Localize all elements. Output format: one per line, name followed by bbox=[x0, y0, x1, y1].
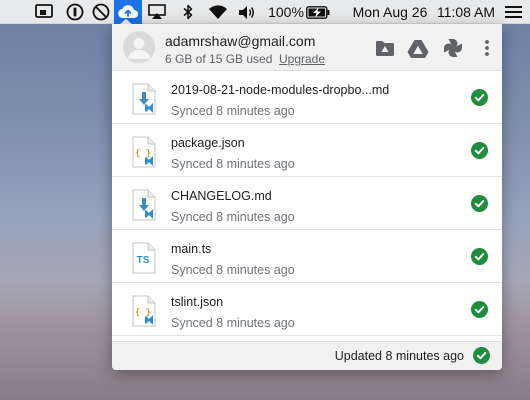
synced-check-icon bbox=[471, 142, 488, 159]
storage-quota: 6 GB of 15 GB used bbox=[165, 52, 273, 66]
menubar-date[interactable]: Mon Aug 26 bbox=[346, 0, 434, 24]
synced-check-icon bbox=[473, 347, 490, 364]
json-file-icon: { } bbox=[132, 136, 156, 168]
synced-check-icon bbox=[471, 301, 488, 318]
synced-check-icon bbox=[471, 248, 488, 265]
sync-status: Synced 8 minutes ago bbox=[171, 157, 295, 171]
avatar[interactable] bbox=[123, 31, 155, 63]
backup-sync-popup: adamrshaw@gmail.com 6 GB of 15 GB used U… bbox=[112, 24, 502, 370]
typescript-file-icon: TS bbox=[132, 242, 156, 274]
upgrade-link[interactable]: Upgrade bbox=[279, 52, 325, 66]
sync-status: Synced 8 minutes ago bbox=[171, 263, 295, 277]
1password-icon[interactable] bbox=[64, 0, 86, 24]
google-drive-icon[interactable] bbox=[407, 37, 429, 59]
json-file-icon: { } bbox=[132, 295, 156, 327]
person-icon bbox=[128, 38, 150, 59]
wifi-icon[interactable] bbox=[206, 0, 230, 24]
account-email: adamrshaw@gmail.com bbox=[165, 33, 316, 49]
bluetooth-icon[interactable] bbox=[180, 0, 196, 24]
airplay-icon[interactable] bbox=[146, 0, 168, 24]
file-name: tslint.json bbox=[171, 295, 224, 309]
open-folder-icon[interactable] bbox=[374, 37, 396, 59]
file-name: CHANGELOG.md bbox=[171, 189, 272, 203]
file-row[interactable]: TS main.ts Synced 8 minutes ago bbox=[112, 230, 502, 283]
file-name: package.json bbox=[171, 136, 245, 150]
sync-status: Synced 8 minutes ago bbox=[171, 104, 295, 118]
ts-label: TS bbox=[137, 255, 150, 266]
battery-charging-icon[interactable] bbox=[305, 0, 331, 24]
airplay-monitor-icon[interactable] bbox=[33, 0, 55, 24]
synced-check-icon bbox=[471, 89, 488, 106]
file-row[interactable]: { } package.json Synced 8 minutes ago bbox=[112, 124, 502, 177]
markdown-file-icon bbox=[132, 83, 156, 115]
svg-text:{ }: { } bbox=[135, 308, 151, 318]
file-name: 2019-08-21-node-modules-dropbo...md bbox=[171, 83, 390, 97]
sync-status: Synced 8 minutes ago bbox=[171, 316, 295, 330]
menubar-time[interactable]: 11:08 AM bbox=[437, 0, 495, 24]
synced-check-icon bbox=[471, 195, 488, 212]
markdown-file-icon bbox=[132, 189, 156, 221]
sync-status: Synced 8 minutes ago bbox=[171, 210, 295, 224]
sync-status-footer: Updated 8 minutes ago bbox=[112, 341, 502, 370]
battery-percent: 100% bbox=[268, 4, 304, 20]
svg-text:{ }: { } bbox=[135, 149, 151, 159]
volume-icon[interactable] bbox=[236, 0, 258, 24]
more-options-icon[interactable] bbox=[476, 37, 498, 59]
hamburger-menu-icon[interactable] bbox=[498, 0, 528, 24]
google-photos-icon[interactable] bbox=[442, 37, 464, 59]
file-row[interactable]: CHANGELOG.md Synced 8 minutes ago bbox=[112, 177, 502, 230]
menu-bar: 100% Mon Aug 26 11:08 AM bbox=[0, 0, 530, 24]
file-row[interactable]: { } tslint.json Synced 8 minutes ago bbox=[112, 283, 502, 336]
file-name: main.ts bbox=[171, 242, 212, 256]
file-row[interactable]: 2019-08-21-node-modules-dropbo...md Sync… bbox=[112, 71, 502, 124]
no-entry-icon[interactable] bbox=[90, 0, 112, 24]
account-header: adamrshaw@gmail.com 6 GB of 15 GB used U… bbox=[112, 24, 502, 71]
synced-file-list: 2019-08-21-node-modules-dropbo...md Sync… bbox=[112, 71, 502, 336]
last-updated-text: Updated 8 minutes ago bbox=[334, 349, 464, 363]
